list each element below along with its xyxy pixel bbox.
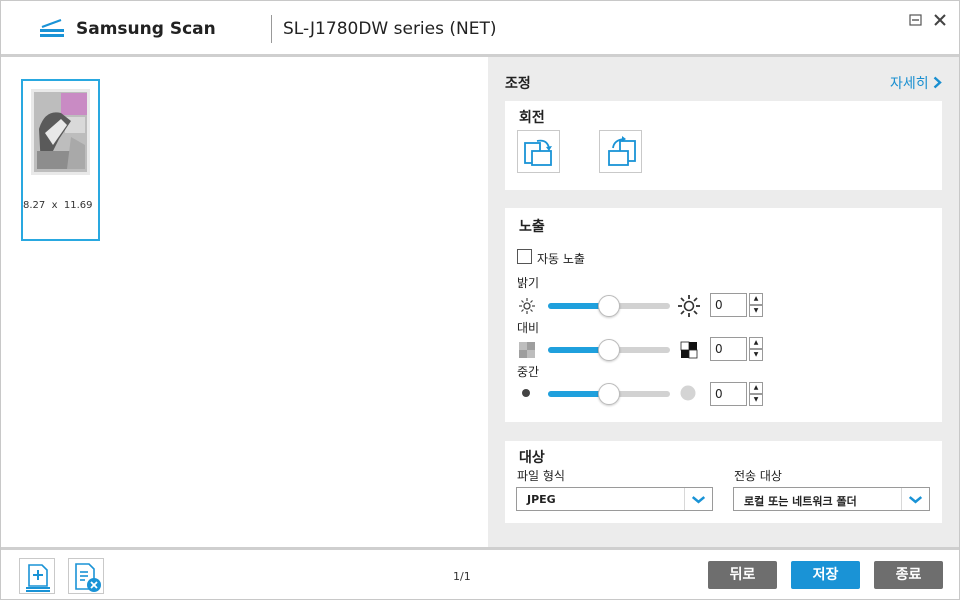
app-window: Samsung Scan SL-J1780DW series (NET) 8.2… <box>0 0 960 600</box>
contrast-slider[interactable] <box>548 339 670 361</box>
rotate-right-icon <box>608 136 636 166</box>
contrast-input[interactable]: 0 <box>710 337 747 361</box>
brightness-slider-thumb[interactable] <box>598 295 620 317</box>
contrast-up-button[interactable]: ▲ <box>749 337 763 349</box>
delete-document-icon <box>75 563 101 592</box>
contrast-down-button[interactable]: ▼ <box>749 349 763 361</box>
rotation-card: 회전 <box>505 101 942 190</box>
brightness-input[interactable]: 0 <box>710 293 747 317</box>
midtone-dark-icon <box>522 389 530 397</box>
contrast-slider-thumb[interactable] <box>598 339 620 361</box>
rotate-left-icon <box>524 139 552 166</box>
brightness-slider[interactable] <box>548 295 670 317</box>
exposure-card: 노출 자동 노출 밝기 0 ▲ ▼ 대비 0 ▲ ▼ 중간 0 ▲ ▼ <box>505 208 942 422</box>
scan-preview-image <box>31 89 90 175</box>
midtone-spinbox: 0 ▲ ▼ <box>710 382 763 406</box>
midtone-slider[interactable] <box>548 383 670 405</box>
back-button[interactable]: 뒤로 <box>708 561 777 589</box>
adjust-title: 조정 <box>505 76 531 92</box>
detail-link[interactable]: 자세히 <box>890 73 942 93</box>
close-icon[interactable] <box>931 11 949 29</box>
auto-exposure-checkbox[interactable] <box>517 249 532 264</box>
settings-pane: 조정 자세히 회전 노출 자동 노출 밝기 0 ▲ ▼ 대비 0 ▲ ▼ 중간 … <box>488 57 959 547</box>
chevron-down-icon <box>684 488 706 510</box>
brightness-spinbox: 0 ▲ ▼ <box>710 293 763 317</box>
add-scan-button[interactable] <box>19 558 55 594</box>
app-name: Samsung Scan <box>76 19 216 39</box>
chevron-right-icon <box>933 76 942 89</box>
midtone-slider-thumb[interactable] <box>598 383 620 405</box>
device-name: SL-J1780DW series (NET) <box>283 19 497 39</box>
file-format-select[interactable]: JPEG <box>516 487 713 511</box>
rotate-left-button[interactable] <box>517 130 560 173</box>
destination-title: 대상 <box>519 450 545 466</box>
bottom-bar: 1/1 뒤로 저장 종료 <box>1 550 959 599</box>
page-count: 1/1 <box>453 570 471 583</box>
page-dimensions: 8.27 x 11.69 <box>23 200 93 211</box>
rotation-title: 회전 <box>519 110 545 126</box>
chevron-down-icon <box>901 488 923 510</box>
midtone-label: 중간 <box>517 365 540 379</box>
midtone-input[interactable]: 0 <box>710 382 747 406</box>
scanner-logo-icon <box>40 18 64 37</box>
add-scan-icon <box>26 564 50 592</box>
contrast-spinbox: 0 ▲ ▼ <box>710 337 763 361</box>
midtone-up-button[interactable]: ▲ <box>749 382 763 394</box>
exposure-title: 노출 <box>519 219 545 235</box>
title-separator <box>271 15 272 43</box>
brightness-label: 밝기 <box>517 276 540 290</box>
send-to-select[interactable]: 로컬 또는 네트워크 폴더 <box>733 487 930 511</box>
destination-card: 대상 파일 형식 전송 대상 JPEG 로컬 또는 네트워크 폴더 <box>505 441 942 523</box>
brightness-high-icon <box>678 295 700 317</box>
preview-pane: 8.27 x 11.69 <box>1 57 488 547</box>
contrast-high-icon <box>680 341 698 359</box>
brightness-low-icon <box>519 298 535 314</box>
delete-scan-button[interactable] <box>68 558 104 594</box>
title-bar: Samsung Scan SL-J1780DW series (NET) <box>1 1 959 54</box>
midtone-down-button[interactable]: ▼ <box>749 394 763 406</box>
file-format-value: JPEG <box>527 493 556 506</box>
send-to-value: 로컬 또는 네트워크 폴더 <box>744 495 857 508</box>
brightness-up-button[interactable]: ▲ <box>749 293 763 305</box>
rotate-right-button[interactable] <box>599 130 642 173</box>
auto-exposure-label: 자동 노출 <box>537 252 585 266</box>
save-button[interactable]: 저장 <box>791 561 860 589</box>
minimize-icon[interactable] <box>907 11 925 29</box>
midtone-light-icon <box>680 385 696 401</box>
page-thumbnail[interactable] <box>21 79 100 241</box>
exit-button[interactable]: 종료 <box>874 561 943 589</box>
contrast-label: 대비 <box>517 321 540 335</box>
send-to-label: 전송 대상 <box>734 469 782 483</box>
file-format-label: 파일 형식 <box>517 469 565 483</box>
brightness-down-button[interactable]: ▼ <box>749 305 763 317</box>
detail-link-label: 자세히 <box>890 76 929 92</box>
contrast-low-icon <box>519 342 535 358</box>
